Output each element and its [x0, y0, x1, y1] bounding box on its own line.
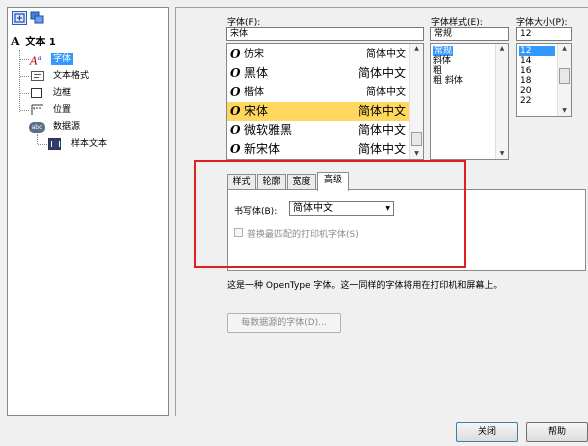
font-list-rows: O 仿宋 简体中文 O 黑体 简体中文 O 楷体 简体中文 O 宋体 简体中文 …	[227, 45, 410, 159]
font-list-item[interactable]: O 楷体 简体中文	[227, 83, 410, 102]
close-button[interactable]: 关闭	[456, 422, 518, 442]
opentype-icon: O	[230, 85, 241, 99]
font-style-item[interactable]: 斜体	[433, 56, 451, 66]
opentype-icon: O	[230, 123, 241, 137]
font-list-scrollbar[interactable]: ▲ ▼	[409, 44, 423, 159]
scroll-thumb[interactable]	[411, 132, 422, 146]
tree-item-label: 位置	[53, 105, 72, 115]
datasource-icon: abc	[29, 122, 45, 133]
font-size-item[interactable]: 20	[520, 86, 531, 96]
collapse-icon[interactable]	[30, 11, 45, 25]
tree-toolbar	[10, 10, 50, 28]
font-size-item[interactable]: 18	[520, 76, 531, 86]
tree-item-label: 样本文本	[71, 139, 108, 149]
scroll-up-icon[interactable]: ▲	[558, 44, 571, 54]
scroll-thumb[interactable]	[559, 68, 570, 84]
tree-root[interactable]: A 文本 1	[11, 34, 56, 50]
border-icon	[31, 88, 42, 98]
opentype-icon: O	[230, 104, 241, 118]
font-size-list[interactable]: 12 14 16 18 20 22 ▲ ▼	[516, 43, 572, 117]
tree-connector-lines	[37, 134, 39, 144]
annotation-highlight-box	[194, 160, 466, 268]
scroll-down-icon[interactable]: ▼	[410, 149, 423, 159]
font-size-item-selected[interactable]: 12	[519, 46, 555, 56]
font-list-item[interactable]: O 黑体 简体中文	[227, 64, 410, 83]
scroll-down-icon[interactable]: ▼	[496, 149, 508, 159]
font-icon: Aa	[30, 54, 42, 68]
expand-icon[interactable]	[12, 11, 27, 25]
tree-root-label: 文本 1	[25, 37, 56, 48]
tree-item-label: 边框	[53, 88, 72, 98]
help-button[interactable]: 帮助	[526, 422, 588, 442]
font-style-item[interactable]: 粗 斜体	[433, 76, 463, 86]
scroll-up-icon[interactable]: ▲	[410, 44, 423, 54]
font-list-item[interactable]: O 微软雅黑 简体中文	[227, 121, 410, 140]
scroll-down-icon[interactable]: ▼	[558, 106, 571, 116]
datasource-font-button[interactable]: 每数据源的字体(D)...	[227, 313, 341, 333]
font-list-item-selected[interactable]: O 宋体 简体中文	[227, 102, 410, 121]
tree-item-label: 文本格式	[53, 71, 90, 81]
font-size-item[interactable]: 22	[520, 96, 531, 106]
font-name-input[interactable]: 宋体	[226, 27, 424, 41]
tree-item-label: 数据源	[53, 122, 81, 132]
font-list-item[interactable]: O 新宋体 简体中文	[227, 140, 410, 159]
opentype-icon: O	[230, 66, 241, 80]
tree-item-label: 字体	[51, 53, 74, 65]
opentype-icon: O	[230, 47, 241, 61]
position-icon	[31, 104, 44, 116]
font-size-scrollbar[interactable]: ▲ ▼	[557, 44, 571, 116]
property-tree-panel: A 文本 1 Aa 字体 文本格式 边框 位置 abc 数据源 样本文本	[7, 7, 169, 416]
font-style-list[interactable]: 常规 斜体 粗 粗 斜体 ▲ ▼	[430, 43, 509, 160]
text-format-icon	[31, 71, 44, 81]
font-size-input[interactable]: 12	[516, 27, 572, 41]
scroll-up-icon[interactable]: ▲	[496, 44, 508, 54]
font-style-item-selected[interactable]: 常规	[433, 46, 454, 56]
opentype-icon: O	[230, 142, 241, 156]
font-size-item[interactable]: 14	[520, 56, 531, 66]
text-object-icon: A	[11, 35, 20, 48]
font-style-scrollbar[interactable]: ▲ ▼	[495, 44, 508, 159]
font-style-item[interactable]: 粗	[433, 66, 442, 76]
font-style-input[interactable]: 常规	[430, 27, 509, 41]
font-list-item[interactable]: O 仿宋 简体中文	[227, 45, 410, 64]
sample-text-icon	[48, 138, 61, 150]
font-description: 这是一种 OpenType 字体。这一同样的字体将用在打印机和屏幕上。	[227, 281, 503, 291]
font-size-item[interactable]: 16	[520, 66, 531, 76]
font-list[interactable]: O 仿宋 简体中文 O 黑体 简体中文 O 楷体 简体中文 O 宋体 简体中文 …	[226, 43, 424, 160]
